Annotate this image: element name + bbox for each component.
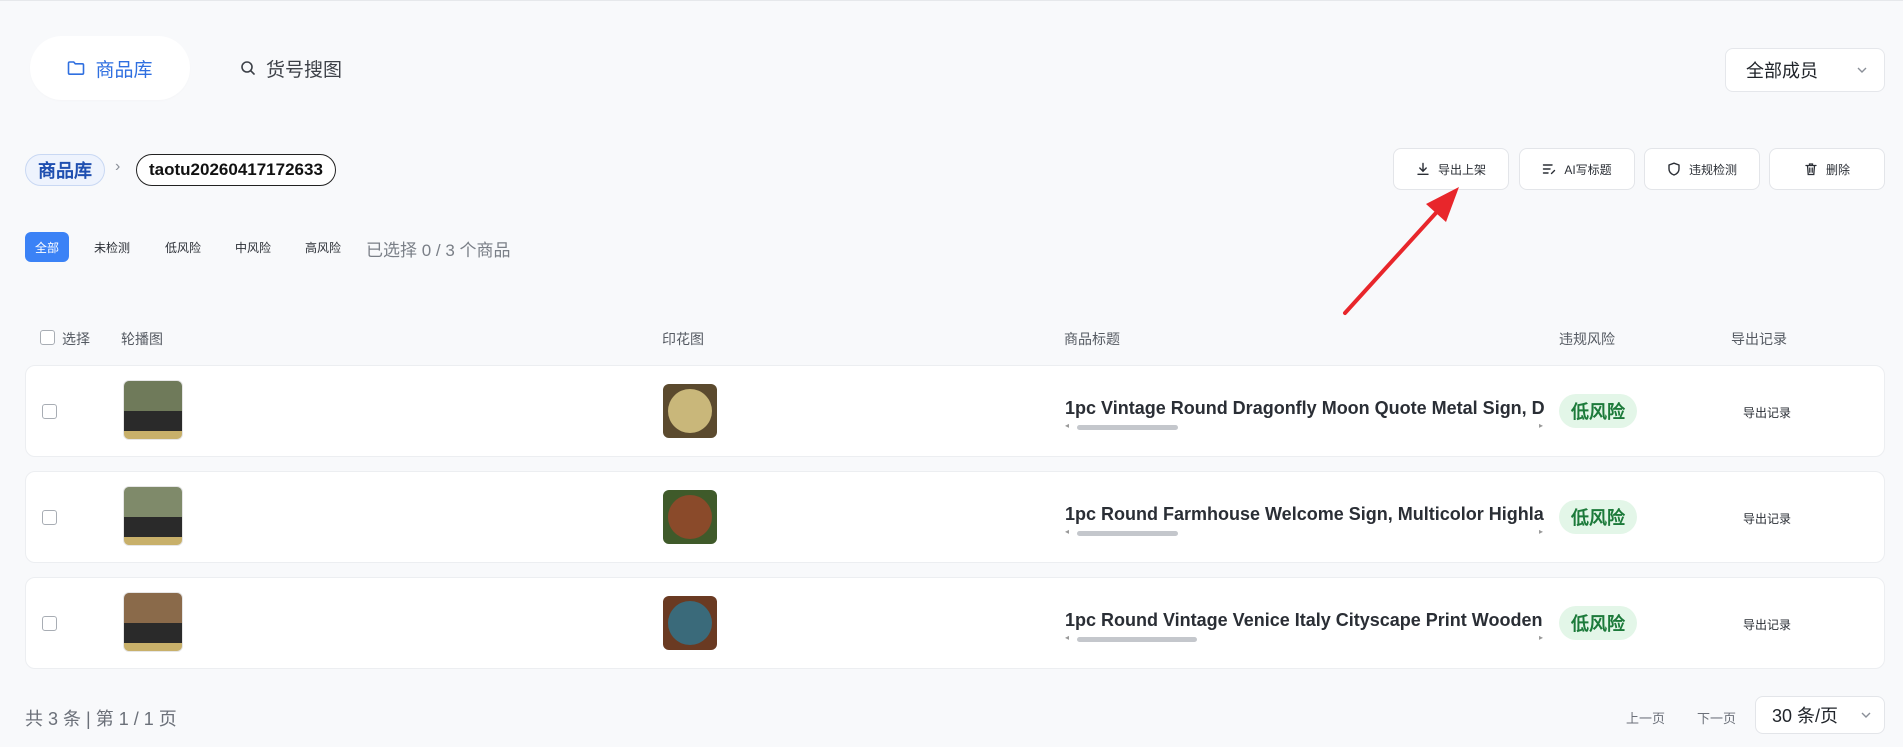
row-checkbox[interactable]	[42, 404, 57, 419]
member-select-value: 全部成员	[1746, 61, 1818, 81]
carousel-floor	[124, 643, 182, 651]
print-thumbnail[interactable]	[663, 384, 717, 438]
filter-medium-risk[interactable]: 中风险	[225, 232, 281, 262]
print-thumbnail[interactable]	[663, 596, 717, 650]
text-edit-icon	[1543, 164, 1556, 175]
export-record-link[interactable]: 导出记录	[1743, 616, 1791, 633]
delete-button[interactable]: 删除	[1769, 148, 1885, 190]
filter-low-risk[interactable]: 低风险	[155, 232, 211, 262]
scroll-right-icon[interactable]: ▸	[1539, 421, 1543, 430]
page-size-value: 30 条/页	[1772, 706, 1839, 726]
shield-icon	[1668, 162, 1680, 176]
scroll-right-icon[interactable]: ▸	[1539, 633, 1543, 642]
product-title: 1pc Round Vintage Venice Italy Cityscape…	[1065, 610, 1545, 630]
title-scrollbar[interactable]: ◂ ▸	[1065, 421, 1545, 432]
export-listing-button[interactable]: 导出上架	[1393, 148, 1509, 190]
download-icon	[1417, 162, 1429, 175]
table-row: 1pc Round Vintage Venice Italy Cityscape…	[25, 577, 1885, 669]
breadcrumb-separator: ›	[115, 158, 121, 175]
print-disc	[668, 495, 712, 539]
risk-badge: 低风险	[1559, 500, 1637, 534]
prev-page-button[interactable]: 上一页	[1626, 708, 1665, 727]
export-listing-label: 导出上架	[1437, 162, 1486, 177]
delete-label: 删除	[1825, 162, 1850, 177]
filter-all[interactable]: 全部	[25, 232, 70, 262]
carousel-sofa	[124, 517, 182, 537]
chevron-down-icon	[1857, 67, 1867, 73]
product-title: 1pc Round Farmhouse Welcome Sign, Multic…	[1065, 504, 1545, 524]
scrollbar-thumb[interactable]	[1077, 531, 1178, 536]
header-carousel: 轮播图	[121, 331, 163, 347]
next-page-button[interactable]: 下一页	[1697, 708, 1736, 727]
risk-badge: 低风险	[1559, 394, 1637, 428]
carousel-art	[124, 593, 182, 623]
scroll-right-icon[interactable]: ▸	[1539, 527, 1543, 536]
carousel-sofa	[124, 623, 182, 643]
scroll-left-icon[interactable]: ◂	[1065, 527, 1069, 536]
tab-library-label: 商品库	[95, 59, 153, 81]
carousel-floor	[124, 431, 182, 439]
carousel-thumbnail[interactable]	[123, 592, 183, 652]
selection-summary: 已选择 0 / 3 个商品	[366, 241, 511, 260]
folder-icon	[68, 61, 85, 75]
header-print: 印花图	[662, 331, 704, 347]
table-row: 1pc Round Farmhouse Welcome Sign, Multic…	[25, 471, 1885, 563]
ai-title-button[interactable]: AI写标题	[1519, 148, 1635, 190]
violation-check-label: 违规检测	[1688, 162, 1737, 177]
product-title: 1pc Vintage Round Dragonfly Moon Quote M…	[1065, 398, 1545, 418]
scrollbar-thumb[interactable]	[1077, 637, 1197, 642]
filter-high-risk[interactable]: 高风险	[295, 232, 351, 262]
select-all-checkbox[interactable]	[40, 330, 55, 345]
member-select[interactable]: 全部成员	[1725, 48, 1885, 92]
pagination-summary: 共 3 条 | 第 1 / 1 页	[25, 709, 177, 729]
print-disc	[668, 389, 712, 433]
header-risk: 违规风险	[1559, 331, 1615, 347]
carousel-thumbnail[interactable]	[123, 486, 183, 546]
tab-library[interactable]: 商品库	[30, 36, 190, 100]
header-export: 导出记录	[1731, 331, 1787, 347]
scroll-left-icon[interactable]: ◂	[1065, 421, 1069, 430]
trash-icon	[1805, 163, 1817, 176]
row-checkbox[interactable]	[42, 616, 57, 631]
carousel-art	[124, 487, 182, 517]
scrollbar-thumb[interactable]	[1077, 425, 1178, 430]
table-header: 选择 轮播图 印花图 商品标题 违规风险 导出记录	[25, 326, 1885, 352]
search-icon	[241, 61, 255, 75]
carousel-sofa	[124, 411, 182, 431]
carousel-thumbnail[interactable]	[123, 380, 183, 440]
table-row: 1pc Vintage Round Dragonfly Moon Quote M…	[25, 365, 1885, 457]
page-size-select[interactable]: 30 条/页	[1755, 696, 1885, 734]
violation-check-button[interactable]: 违规检测	[1644, 148, 1760, 190]
title-scrollbar[interactable]: ◂ ▸	[1065, 527, 1545, 538]
export-record-link[interactable]: 导出记录	[1743, 510, 1791, 527]
tab-search-by-sku[interactable]: 货号搜图	[240, 36, 342, 100]
carousel-art	[124, 381, 182, 411]
print-disc	[668, 601, 712, 645]
ai-title-label: AI写标题	[1564, 162, 1612, 177]
breadcrumb-root[interactable]: 商品库	[25, 154, 105, 186]
print-thumbnail[interactable]	[663, 490, 717, 544]
title-scrollbar[interactable]: ◂ ▸	[1065, 633, 1545, 644]
carousel-floor	[124, 537, 182, 545]
risk-badge: 低风险	[1559, 606, 1637, 640]
chevron-down-icon	[1861, 712, 1871, 718]
breadcrumb-current: taotu20260417172633	[136, 154, 336, 186]
row-checkbox[interactable]	[42, 510, 57, 525]
scroll-left-icon[interactable]: ◂	[1065, 633, 1069, 642]
export-record-link[interactable]: 导出记录	[1743, 404, 1791, 421]
filter-unchecked[interactable]: 未检测	[84, 232, 140, 262]
top-divider	[0, 0, 1903, 1]
header-title: 商品标题	[1064, 331, 1120, 347]
header-select: 选择	[62, 331, 90, 347]
tab-search-label: 货号搜图	[266, 59, 343, 81]
